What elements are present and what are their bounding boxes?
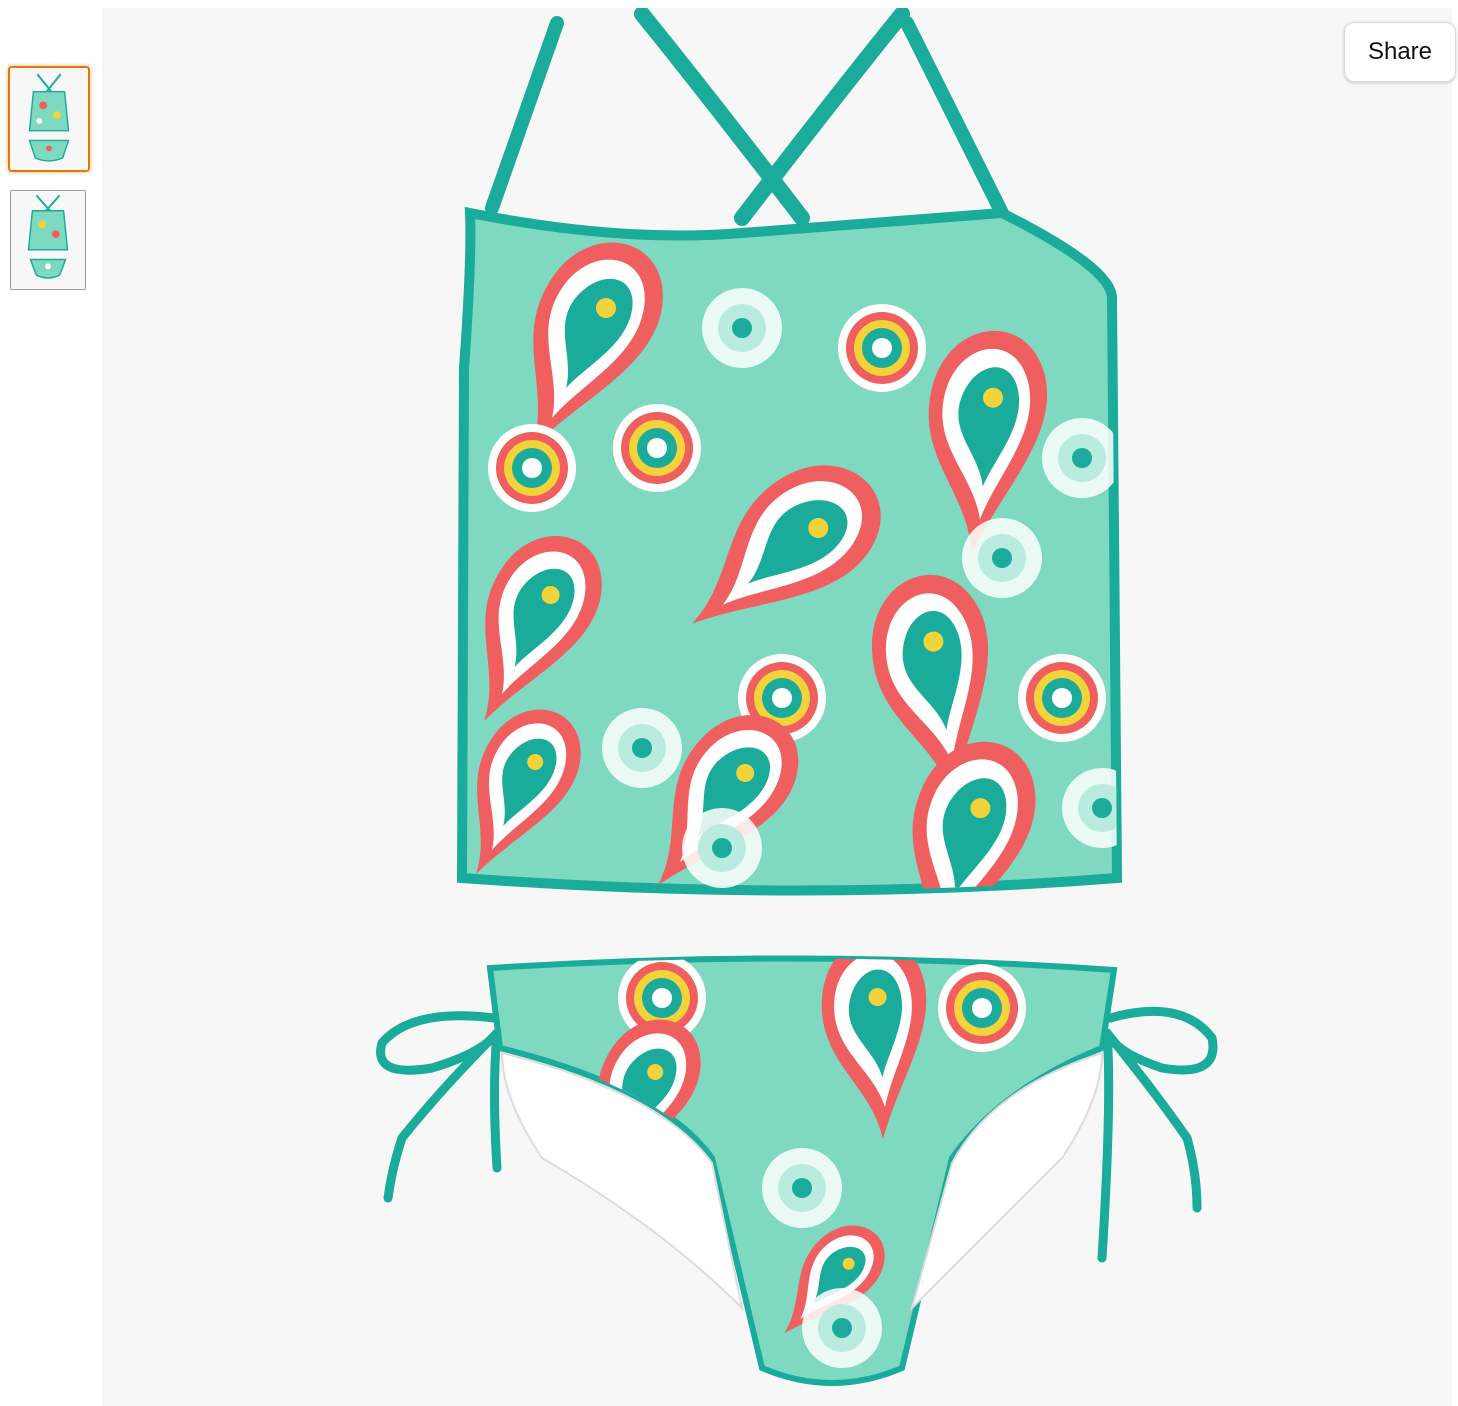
share-button-label: Share: [1367, 38, 1433, 65]
product-image-gallery: Share: [0, 0, 1458, 1406]
swimsuit-image: [376, 8, 1218, 1386]
main-product-image[interactable]: [102, 8, 1452, 1406]
thumbnail-swimsuit-alt-image: [11, 191, 85, 289]
thumbnail-alternate[interactable]: [10, 190, 86, 290]
share-button[interactable]: Share: [1344, 22, 1456, 82]
thumbnail-swimsuit-image: [10, 68, 88, 170]
thumbnail-selected[interactable]: [8, 66, 90, 172]
